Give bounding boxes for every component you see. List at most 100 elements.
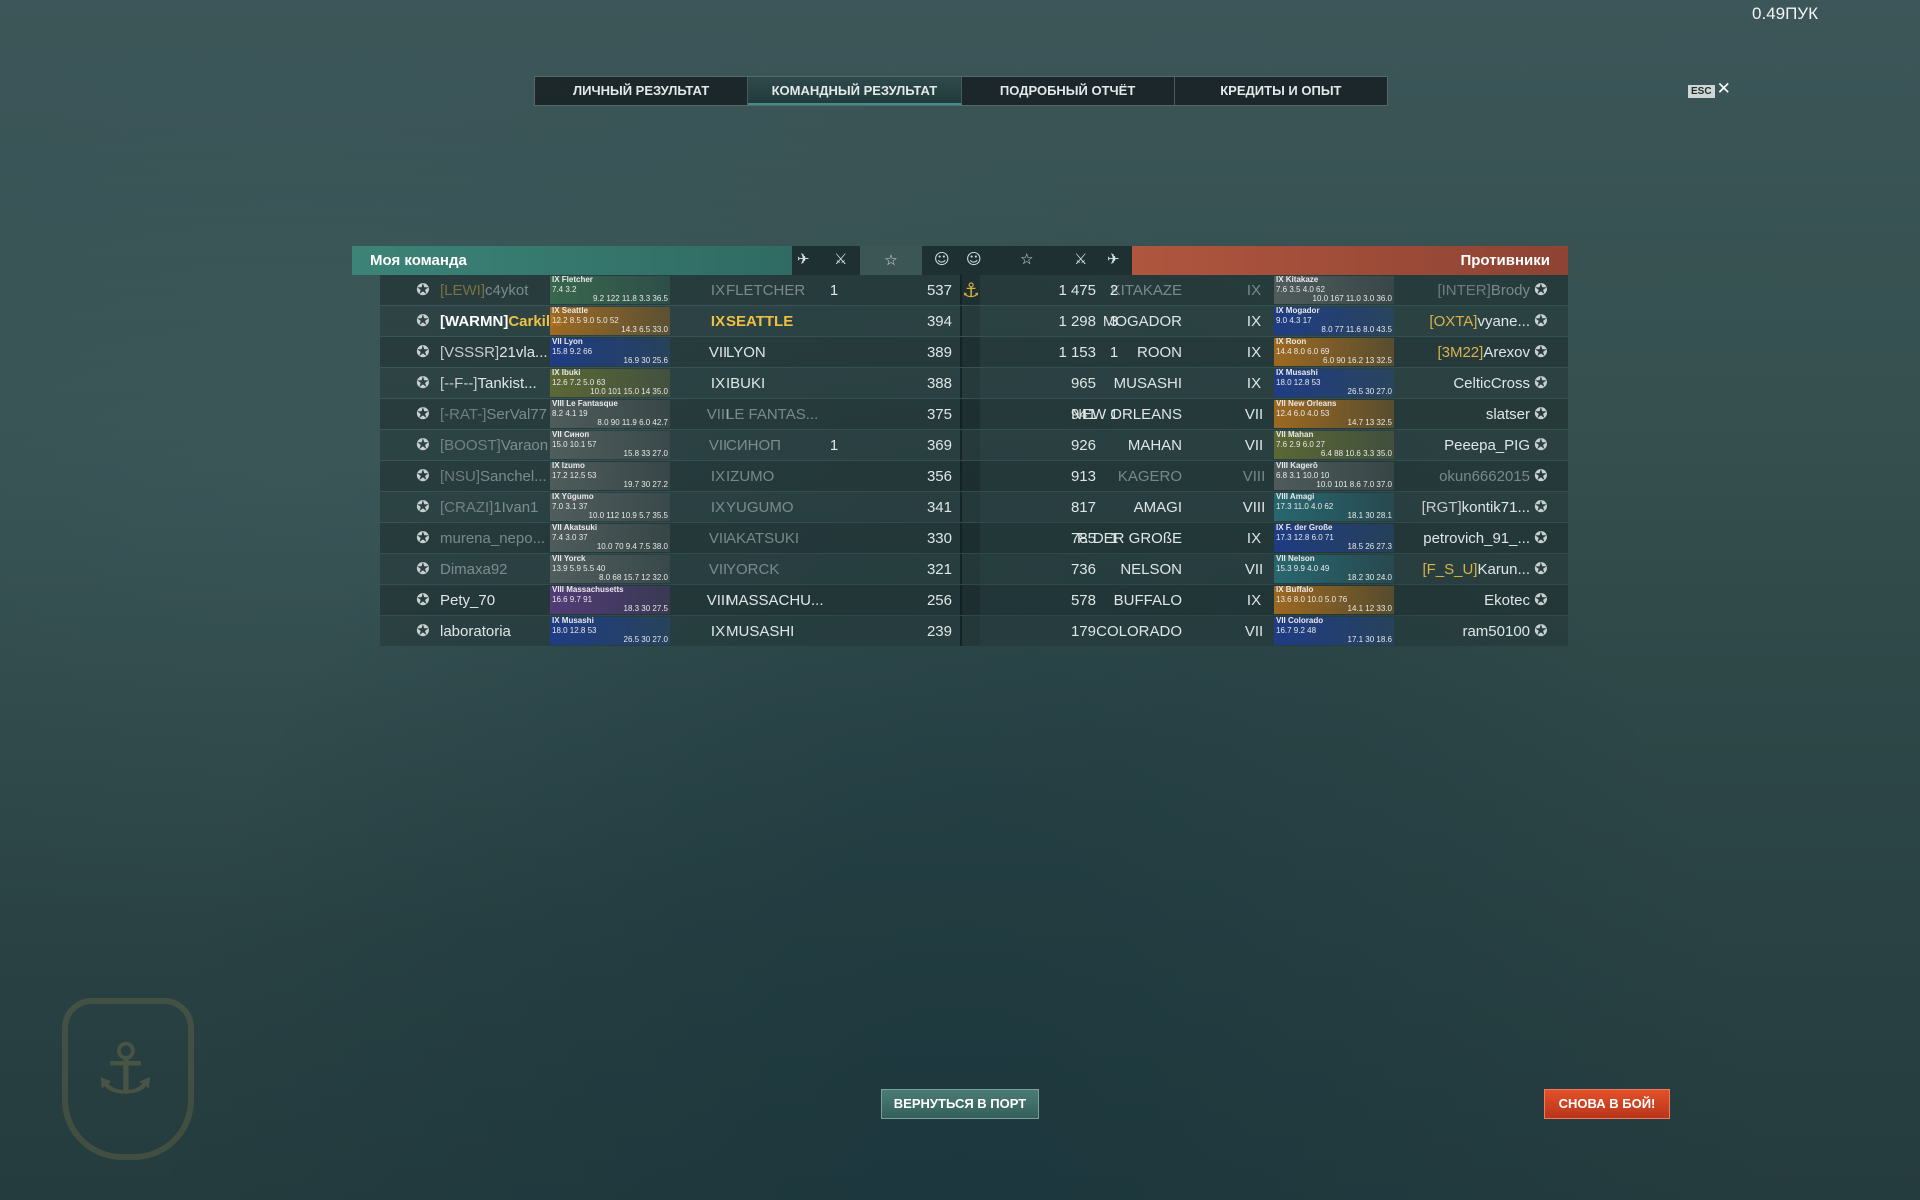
ship-name: F. DER GROßE (1076, 530, 1182, 547)
table-row[interactable]: ✪ [LEWI]c4ykot IX Fletcher 7.4 3.2 9.2 122 1… (352, 275, 1568, 306)
player-name[interactable]: [-RAT-]SerVal77 (440, 406, 562, 423)
player-name[interactable]: ram50100 (1400, 623, 1530, 640)
ship-stats-card: IX F. der Große 17.3 12.8 6.0 71 18.5 26 2… (1274, 524, 1394, 552)
clan-tag: [BOOST] (440, 437, 501, 454)
player-name[interactable]: [--F--]Tankist... (440, 375, 562, 392)
enemy-team-title: Противники (1460, 252, 1550, 269)
ship-card-name: VIII Le Fantasque (552, 400, 618, 408)
ship-card-name: VII New Orleans (1276, 400, 1337, 408)
ship-card-stats-primary: 7.4 3.2 (552, 285, 577, 294)
return-to-port-button[interactable]: ВЕРНУТЬСЯ В ПОРТ (881, 1089, 1039, 1119)
player-nickname: Peeepa_PIG (1444, 437, 1530, 454)
table-row[interactable]: ✪ murena_nepo... VII Akatsuki 7.4 3.0 37 10.… (352, 523, 1568, 554)
table-row[interactable]: ✪ laboratoria IX Musashi 18.0 12.8 53 26.5 3… (352, 616, 1568, 647)
ship-card-stats-secondary: 15.8 33 27.0 (623, 449, 668, 458)
player-name[interactable]: [3M22]Arexov (1400, 344, 1530, 361)
ship-card-name: IX Yūgumo (552, 493, 594, 501)
ship-stats-card: VIII Massachusetts 16.6 9.7 91 18.3 30 27.… (550, 586, 670, 614)
ship-name: MUSASHI (1113, 375, 1182, 392)
player-nickname: Ekotec (1484, 592, 1530, 609)
table-row[interactable]: ✪ Dimaxa92 VII Yorck 13.9 5.9 5.5 40 8.0 68 … (352, 554, 1568, 585)
player-name[interactable]: [VSSSR]21vla... (440, 344, 562, 361)
ship-card-stats-secondary: 9.2 122 11.8 3.3 36.5 (592, 294, 668, 303)
ship-stats-card: IX Yūgumo 7.0 3.1 37 10.0 112 10.9 5.7 35.… (550, 493, 670, 521)
player-name[interactable]: [CRAZI]1Ivan1 (440, 499, 562, 516)
tab-detailed[interactable]: ПОДРОБНЫЙ ОТЧЁТ (962, 77, 1175, 105)
player-name[interactable]: Ekotec (1400, 592, 1530, 609)
clan-tag: [3M22] (1437, 344, 1484, 361)
battle-again-button[interactable]: СНОВА В БОЙ! (1544, 1089, 1670, 1119)
player-name[interactable]: murena_nepo... (440, 530, 562, 547)
ship-name: MUSASHI (726, 623, 795, 640)
ship-card-stats-primary: 8.2 4.1 19 (552, 409, 588, 418)
player-name[interactable]: okun6662015 (1400, 468, 1530, 485)
table-row[interactable]: ✪ [CRAZI]1Ivan1 IX Yūgumo 7.0 3.1 37 10.0 11… (352, 492, 1568, 523)
table-row[interactable]: ✪ [VSSSR]21vla... VII Lyon 15.8 9.2 66 16.9 … (352, 337, 1568, 368)
player-name[interactable]: [WARMN]Carkiller1... (440, 313, 562, 330)
table-row[interactable]: ✪ [-RAT-]SerVal77 VIII Le Fantasque 8.2 4.1… (352, 399, 1568, 430)
ship-card-name: IX Musashi (1276, 369, 1318, 377)
ship-card-name: IX Roon (1276, 338, 1307, 346)
ship-card-stats-secondary: 14.3 6.5 33.0 (621, 325, 668, 334)
ship-stats-card: VIII Le Fantasque 8.2 4.1 19 8.0 90 11.9 6… (550, 400, 670, 428)
player-name[interactable]: [LEWI]c4ykot (440, 282, 562, 299)
table-row[interactable]: ✪ [WARMN]Carkiller1...IX Seattle12.2 8.5 … (352, 306, 1568, 337)
player-name[interactable]: CelticCross (1400, 375, 1530, 392)
ship-name: IBUKI (726, 375, 766, 392)
ship-card-stats-primary: 17.3 12.8 6.0 71 (1276, 533, 1334, 542)
player-nickname: Arexov (1483, 344, 1530, 361)
medal-icon: ⚓ (962, 278, 980, 302)
player-name[interactable]: [INTER]Brody (1400, 282, 1530, 299)
player-name[interactable]: petrovich_91_... (1400, 530, 1530, 547)
player-rank-icon: ✪ (1534, 559, 1548, 578)
player-nickname: SerVal77 (486, 406, 547, 423)
ship-card-name: IX Buffalo (1276, 586, 1314, 594)
player-nickname: laboratoria (440, 623, 511, 640)
player-name[interactable]: laboratoria (440, 623, 562, 640)
player-nickname: Varaon (500, 437, 549, 454)
player-name[interactable]: Dimaxa92 (440, 561, 562, 578)
close-button[interactable]: ESC ✕ (1688, 79, 1731, 99)
player-name[interactable]: [F_S_U]Karun... (1400, 561, 1530, 578)
ship-card-stats-primary: 15.8 9.2 66 (552, 347, 593, 356)
ship-name: NEW ORLEANS (1071, 406, 1182, 423)
player-name[interactable]: [NSU]Sanchel... (440, 468, 562, 485)
clan-tag: [F_S_U] (1422, 561, 1478, 578)
row-divider (960, 430, 962, 460)
ship-card-stats-secondary: 10.0 167 11.0 3.0 36.0 (1312, 294, 1392, 303)
ship-name: IZUMO (726, 468, 775, 485)
player-name[interactable]: Peeepa_PIG (1400, 437, 1530, 454)
ship-stats-card: VII New Orleans 12.4 6.0 4.0 53 14.7 13 32… (1274, 400, 1394, 428)
ship-card-name: VII Akatsuki (552, 524, 598, 532)
ship-stats-card: IX Izumo 17.2 12.5 53 19.7 30 27.2 (550, 462, 670, 490)
tab-team[interactable]: КОМАНДНЫЙ РЕЗУЛЬТАТ (748, 77, 962, 105)
player-name[interactable]: [BOOST]Varaon (440, 437, 562, 454)
ship-card-stats-secondary: 26.5 30 27.0 (623, 635, 668, 644)
player-rank-icon: ✪ (1534, 435, 1548, 454)
ship-card-stats-primary: 6.8 3.1 10.0 10 (1276, 471, 1330, 480)
player-nickname: Dimaxa92 (440, 561, 508, 578)
tab-personal[interactable]: ЛИЧНЫЙ РЕЗУЛЬТАТ (535, 77, 749, 105)
ship-tier: IX (1246, 375, 1262, 392)
ship-card-stats-secondary: 8.0 90 11.9 6.0 42.7 (597, 418, 668, 427)
ship-name: NELSON (1120, 561, 1182, 578)
table-row[interactable]: ✪ [NSU]Sanchel... IX Izumo 17.2 12.5 53 19.7… (352, 461, 1568, 492)
ship-card-name: VIII Massachusetts (552, 586, 624, 594)
player-rank-icon: ✪ (1534, 497, 1548, 516)
ship-card-stats-primary: 12.4 6.0 4.0 53 (1276, 409, 1330, 418)
table-row[interactable]: ✪ Pety_70 VIII Massachusetts 16.6 9.7 91 18.… (352, 585, 1568, 616)
tab-credits-xp[interactable]: КРЕДИТЫ И ОПЫТ (1175, 77, 1387, 105)
ship-card-stats-primary: 7.6 3.5 4.0 62 (1276, 285, 1325, 294)
esc-key-label: ESC (1688, 85, 1715, 98)
player-nickname: Tankist... (477, 375, 537, 392)
player-name[interactable]: [OXTA]vyane... (1400, 313, 1530, 330)
player-name[interactable]: slatser (1400, 406, 1530, 423)
table-row[interactable]: ✪ [--F--]Tankist... IX Ibuki 12.6 7.2 5.0 6… (352, 368, 1568, 399)
ship-name: LYON (726, 344, 766, 361)
row-divider (960, 368, 962, 398)
player-name[interactable]: [RGT]kontik71... (1400, 499, 1530, 516)
player-name[interactable]: Pety_70 (440, 592, 562, 609)
ship-name: AKATSUKI (726, 530, 800, 547)
ship-card-stats-primary: 15.0 10.1 57 (552, 440, 597, 449)
table-row[interactable]: ✪ [BOOST]Varaon VII Синоп 15.0 10.1 57 15.8 … (352, 430, 1568, 461)
